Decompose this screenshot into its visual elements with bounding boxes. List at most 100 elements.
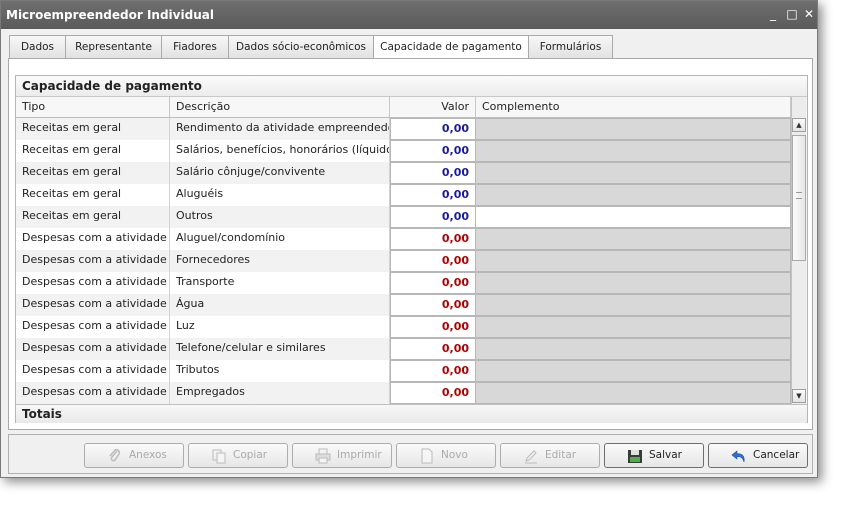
cell-descricao: Empregados	[170, 382, 390, 404]
complemento-input[interactable]	[476, 162, 791, 184]
complemento-input[interactable]	[476, 206, 791, 228]
maximize-icon[interactable]: □	[784, 5, 800, 23]
complemento-input[interactable]	[476, 316, 791, 338]
pencil-icon	[525, 450, 537, 464]
main-window: Microempreendedor Individual _ □ ✕ Dados…	[0, 0, 818, 478]
totals-label: Totais	[22, 407, 62, 421]
cell-tipo: Receitas em geral	[16, 184, 170, 206]
cell-descricao: Salário cônjuge/convivente	[170, 162, 390, 184]
vertical-scrollbar[interactable]: ▲ ▼	[791, 97, 806, 404]
window-title: Microempreendedor Individual	[6, 8, 214, 22]
scroll-up-icon[interactable]: ▲	[792, 118, 806, 132]
valor-input[interactable]: 0,00	[390, 118, 476, 140]
copiar-label: Copiar	[233, 449, 268, 461]
column-header-valor[interactable]: Valor	[390, 97, 476, 118]
new-document-icon	[421, 448, 433, 464]
complemento-input[interactable]	[476, 184, 791, 206]
valor-input[interactable]: 0,00	[390, 228, 476, 250]
salvar-button[interactable]: Salvar	[604, 443, 704, 468]
imprimir-label: Imprimir	[337, 449, 382, 461]
valor-input[interactable]: 0,00	[390, 338, 476, 360]
grid-title-bar: Capacidade de pagamento	[16, 76, 807, 97]
scrollbar-thumb[interactable]	[792, 135, 806, 261]
valor-input[interactable]: 0,00	[390, 162, 476, 184]
table-row[interactable]: Despesas com a atividade Água 0,00	[16, 294, 791, 316]
scroll-down-icon[interactable]: ▼	[792, 389, 806, 403]
table-row[interactable]: Receitas em geral Salários, benefícios, h…	[16, 140, 791, 162]
valor-input[interactable]: 0,00	[390, 316, 476, 338]
novo-button[interactable]: Novo	[396, 443, 496, 468]
cell-tipo: Despesas com a atividade	[16, 316, 170, 338]
tab-panel: Capacidade de pagamento Tipo Descrição V…	[8, 58, 813, 430]
cell-descricao: Luz	[170, 316, 390, 338]
cell-descricao: Fornecedores	[170, 250, 390, 272]
table-row[interactable]: Despesas com a atividade Fornecedores 0,00	[16, 250, 791, 272]
table-row[interactable]: Receitas em geral Salário cônjuge/convive…	[16, 162, 791, 184]
cell-descricao: Salários, benefícios, honorários (líquid…	[170, 140, 390, 162]
close-icon[interactable]: ✕	[801, 5, 817, 23]
cell-descricao: Telefone/celular e similares	[170, 338, 390, 360]
column-header-descricao[interactable]: Descrição	[170, 97, 390, 118]
cell-tipo: Despesas com a atividade	[16, 250, 170, 272]
cell-tipo: Receitas em geral	[16, 206, 170, 228]
table-row[interactable]: Despesas com a atividade Aluguel/condomín…	[16, 228, 791, 250]
novo-label: Novo	[441, 449, 468, 461]
title-bar[interactable]: Microempreendedor Individual _ □ ✕	[1, 1, 817, 29]
minimize-icon[interactable]: _	[765, 5, 781, 23]
complemento-input[interactable]	[476, 118, 791, 140]
valor-input[interactable]: 0,00	[390, 250, 476, 272]
imprimir-button[interactable]: Imprimir	[292, 443, 392, 468]
valor-input[interactable]: 0,00	[390, 184, 476, 206]
table-row[interactable]: Despesas com a atividade Telefone/celular…	[16, 338, 791, 360]
table-row[interactable]: Receitas em geral Aluguéis 0,00	[16, 184, 791, 206]
complemento-input[interactable]	[476, 294, 791, 316]
totals-bar: Totais	[16, 404, 807, 423]
anexos-label: Anexos	[129, 449, 167, 461]
complemento-input[interactable]	[476, 382, 791, 404]
cancelar-button[interactable]: Cancelar	[708, 443, 808, 468]
grid-title: Capacidade de pagamento	[22, 79, 202, 93]
tab-fiadores[interactable]: Fiadores	[161, 35, 229, 58]
cancelar-label: Cancelar	[753, 449, 800, 461]
table-row[interactable]: Despesas com a atividade Tributos 0,00	[16, 360, 791, 382]
cell-descricao: Transporte	[170, 272, 390, 294]
copy-icon	[212, 449, 226, 464]
complemento-input[interactable]	[476, 272, 791, 294]
printer-icon	[315, 448, 331, 464]
table-row[interactable]: Despesas com a atividade Transporte 0,00	[16, 272, 791, 294]
table-row[interactable]: Despesas com a atividade Empregados 0,00	[16, 382, 791, 404]
cell-descricao: Rendimento da atividade empreendedora	[170, 118, 390, 140]
cell-tipo: Despesas com a atividade	[16, 294, 170, 316]
tab-formularios[interactable]: Formulários	[528, 35, 613, 58]
copiar-button[interactable]: Copiar	[188, 443, 288, 468]
tab-dados-socio-economicos[interactable]: Dados sócio-econômicos	[228, 35, 374, 58]
table-row[interactable]: Receitas em geral Outros 0,00	[16, 206, 791, 228]
tab-capacidade-de-pagamento[interactable]: Capacidade de pagamento	[373, 35, 529, 60]
paperclip-icon	[109, 448, 121, 462]
column-header-complemento[interactable]: Complemento	[476, 97, 791, 118]
tab-representante[interactable]: Representante	[65, 35, 162, 58]
payment-capacity-grid: Capacidade de pagamento Tipo Descrição V…	[15, 75, 808, 423]
editar-button[interactable]: Editar	[500, 443, 600, 468]
tab-dados[interactable]: Dados	[9, 35, 66, 58]
anexos-button[interactable]: Anexos	[84, 443, 184, 468]
valor-input[interactable]: 0,00	[390, 360, 476, 382]
complemento-input[interactable]	[476, 140, 791, 162]
valor-input[interactable]: 0,00	[390, 206, 476, 228]
complemento-input[interactable]	[476, 338, 791, 360]
cell-tipo: Despesas com a atividade	[16, 272, 170, 294]
valor-input[interactable]: 0,00	[390, 382, 476, 404]
cell-descricao: Aluguéis	[170, 184, 390, 206]
button-bar: Anexos Copiar Imprimir Novo Editar Salva…	[8, 434, 813, 474]
valor-input[interactable]: 0,00	[390, 140, 476, 162]
cell-descricao: Água	[170, 294, 390, 316]
complemento-input[interactable]	[476, 228, 791, 250]
complemento-input[interactable]	[476, 360, 791, 382]
table-row[interactable]: Receitas em geral Rendimento da atividade…	[16, 118, 791, 140]
table-row[interactable]: Despesas com a atividade Luz 0,00	[16, 316, 791, 338]
valor-input[interactable]: 0,00	[390, 272, 476, 294]
grip-icon	[796, 192, 802, 199]
valor-input[interactable]: 0,00	[390, 294, 476, 316]
complemento-input[interactable]	[476, 250, 791, 272]
column-header-tipo[interactable]: Tipo	[16, 97, 170, 118]
